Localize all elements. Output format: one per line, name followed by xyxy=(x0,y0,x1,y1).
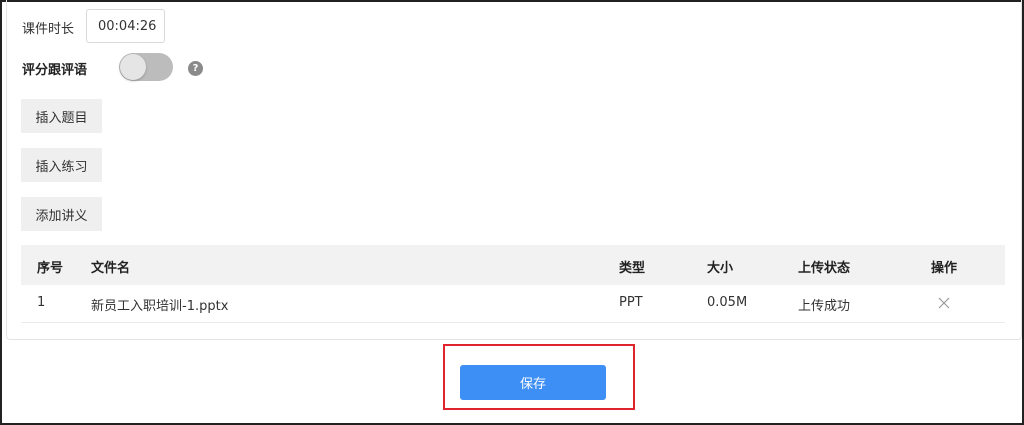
header-type: 类型 xyxy=(619,261,646,276)
cell-upload-status: 上传成功 xyxy=(798,299,851,314)
header-actions: 操作 xyxy=(931,261,958,276)
duration-label: 课件时长 xyxy=(22,22,75,37)
header-filename: 文件名 xyxy=(91,261,131,276)
score-comment-label: 评分跟评语 xyxy=(22,63,88,78)
close-icon[interactable] xyxy=(937,296,951,310)
cell-size: 0.05M xyxy=(707,295,748,310)
table-row: 1 新员工入职培训-1.pptx PPT 0.05M 上传成功 xyxy=(21,285,1005,323)
question-mark-icon[interactable]: ? xyxy=(188,61,203,76)
add-handout-button[interactable]: 添加讲义 xyxy=(21,197,102,231)
toggle-knob xyxy=(120,54,146,80)
cell-type: PPT xyxy=(619,295,643,310)
insert-exercise-button[interactable]: 插入练习 xyxy=(21,148,102,182)
save-button[interactable]: 保存 xyxy=(460,365,606,400)
file-table: 序号 文件名 类型 大小 上传状态 操作 1 新员工入职培训-1.pptx PP… xyxy=(21,245,1005,323)
score-comment-toggle[interactable] xyxy=(119,53,173,81)
cell-no: 1 xyxy=(37,295,46,310)
header-size: 大小 xyxy=(707,261,734,276)
insert-question-button[interactable]: 插入题目 xyxy=(21,99,102,133)
table-header: 序号 文件名 类型 大小 上传状态 操作 xyxy=(21,245,1005,285)
duration-input[interactable] xyxy=(86,9,165,43)
cell-filename: 新员工入职培训-1.pptx xyxy=(91,299,229,314)
header-upload-status: 上传状态 xyxy=(798,261,851,276)
header-no: 序号 xyxy=(37,261,64,276)
